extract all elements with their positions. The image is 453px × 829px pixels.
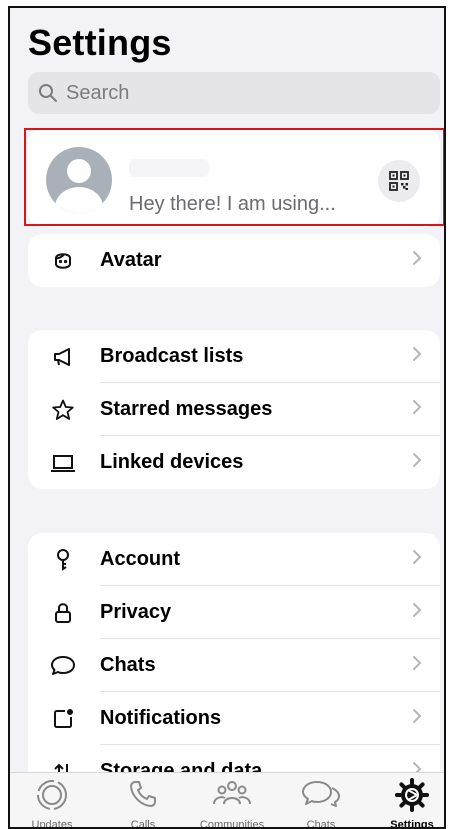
tab-label: Communities <box>199 819 265 829</box>
settings-screen: Settings Search Hey there! I am using... <box>8 6 446 829</box>
settings-row-label: Broadcast lists <box>100 345 244 367</box>
tab-chats[interactable]: Chats <box>281 773 361 829</box>
settings-row-starred-messages[interactable]: Starred messages <box>28 383 440 436</box>
tab-calls[interactable]: Calls <box>103 773 183 829</box>
phone-icon <box>127 778 159 815</box>
lock-icon <box>50 600 76 626</box>
settings-row-label: Privacy <box>100 601 172 623</box>
settings-row-label: Avatar <box>100 249 162 271</box>
settings-row-label: Linked devices <box>100 451 244 473</box>
chevron-right-icon <box>412 548 422 571</box>
chat-bubble-icon <box>50 653 76 679</box>
chevron-right-icon <box>412 707 422 730</box>
chevron-right-icon <box>412 654 422 677</box>
settings-row-linked-devices[interactable]: Linked devices <box>28 436 440 489</box>
tab-label: Updates <box>31 819 73 829</box>
settings-row-privacy[interactable]: Privacy <box>28 586 440 639</box>
updates-icon <box>35 778 69 817</box>
tools-card: Broadcast lists Starred messages Linked … <box>28 330 440 489</box>
chevron-right-icon <box>412 601 422 624</box>
search-icon <box>39 84 57 102</box>
avatar-face-icon <box>50 248 76 274</box>
highlight-box <box>24 128 444 226</box>
settings-row-notifications[interactable]: Notifications <box>28 692 440 745</box>
settings-row-account[interactable]: Account <box>28 533 440 586</box>
chevron-right-icon <box>412 451 422 474</box>
tab-settings[interactable]: Settings <box>372 773 444 829</box>
megaphone-icon <box>50 344 76 370</box>
tab-label: Calls <box>130 819 156 829</box>
settings-row-chats[interactable]: Chats <box>28 639 440 692</box>
settings-row-label: Starred messages <box>100 398 273 420</box>
page-title: Settings <box>28 22 172 63</box>
laptop-icon <box>50 450 76 476</box>
settings-gear-icon <box>395 778 429 817</box>
communities-icon <box>212 778 252 815</box>
tab-updates[interactable]: Updates <box>12 773 92 829</box>
tab-label: Settings <box>390 819 434 829</box>
chevron-right-icon <box>412 345 422 368</box>
settings-row-avatar[interactable]: Avatar <box>28 234 440 287</box>
key-icon <box>50 547 76 573</box>
settings-row-label: Notifications <box>100 707 222 729</box>
search-placeholder: Search <box>66 81 130 104</box>
chevron-right-icon <box>412 249 422 272</box>
search-input[interactable]: Search <box>28 72 440 114</box>
notification-icon <box>50 706 76 732</box>
chevron-right-icon <box>412 398 422 421</box>
tab-bar: Updates Calls Communities Chats Settings <box>10 772 444 829</box>
settings-row-label: Chats <box>100 654 156 676</box>
settings-card: Account Privacy Chats Notifications Stor… <box>28 533 440 798</box>
settings-row-label: Account <box>100 548 180 570</box>
chats-icon <box>301 778 341 815</box>
star-icon <box>50 397 76 423</box>
settings-row-broadcast-lists[interactable]: Broadcast lists <box>28 330 440 383</box>
tab-communities[interactable]: Communities <box>192 773 272 829</box>
avatar-card: Avatar <box>28 234 440 287</box>
tab-label: Chats <box>306 819 336 829</box>
